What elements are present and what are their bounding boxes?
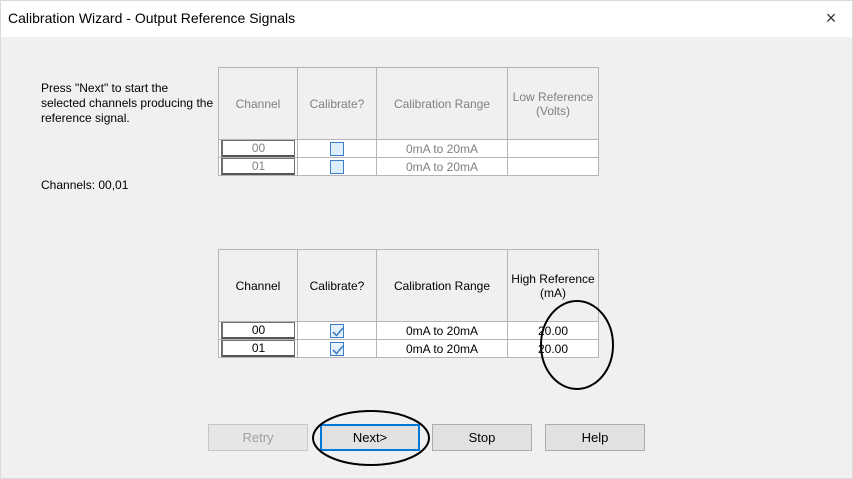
calibrate-checkbox-checked[interactable] [330,341,344,356]
column-header-channel: Channel [218,67,298,140]
reference-cell[interactable]: 20.00 [507,321,599,340]
help-button[interactable]: Help [545,424,645,451]
column-header-calibrate: Calibrate? [297,67,377,140]
calibration-wizard-window: Calibration Wizard - Output Reference Si… [0,0,853,479]
title-bar: Calibration Wizard - Output Reference Si… [1,1,852,37]
channels-label: Channels: 00,01 [41,178,129,192]
column-header-high-reference: High Reference (mA) [507,249,599,322]
table-row: 01 0mA to 20mA [218,157,599,176]
column-header-range: Calibration Range [376,67,508,140]
calibrate-checkbox-checked[interactable] [330,323,344,338]
reference-cell[interactable] [507,157,599,176]
reference-cell[interactable] [507,139,599,158]
reference-cell[interactable]: 20.00 [507,339,599,358]
channel-cell: 01 [221,158,295,175]
column-header-calibrate: Calibrate? [297,249,377,322]
range-cell: 0mA to 20mA [376,157,508,176]
window-title: Calibration Wizard - Output Reference Si… [8,10,296,26]
calibrate-checkbox[interactable] [330,141,344,156]
calibrate-checkbox[interactable] [330,159,344,174]
stop-button[interactable]: Stop [432,424,532,451]
retry-button[interactable]: Retry [208,424,308,451]
table-row: 00 0mA to 20mA [218,139,599,158]
table-row: 01 0mA to 20mA 20.00 [218,339,599,358]
channel-cell: 01 [221,340,295,357]
channel-cell: 00 [221,140,295,157]
close-icon[interactable]: × [818,5,844,31]
next-button[interactable]: Next> [320,424,420,451]
column-header-channel: Channel [218,249,298,322]
range-cell: 0mA to 20mA [376,339,508,358]
high-reference-table: Channel Calibrate? Calibration Range Hig… [218,249,599,358]
table-row: 00 0mA to 20mA 20.00 [218,321,599,340]
range-cell: 0mA to 20mA [376,139,508,158]
range-cell: 0mA to 20mA [376,321,508,340]
column-header-low-reference: Low Reference (Volts) [507,67,599,140]
column-header-range: Calibration Range [376,249,508,322]
instructions-text: Press "Next" to start the selected chann… [41,81,214,125]
low-reference-table: Channel Calibrate? Calibration Range Low… [218,67,599,176]
channel-cell: 00 [221,322,295,339]
